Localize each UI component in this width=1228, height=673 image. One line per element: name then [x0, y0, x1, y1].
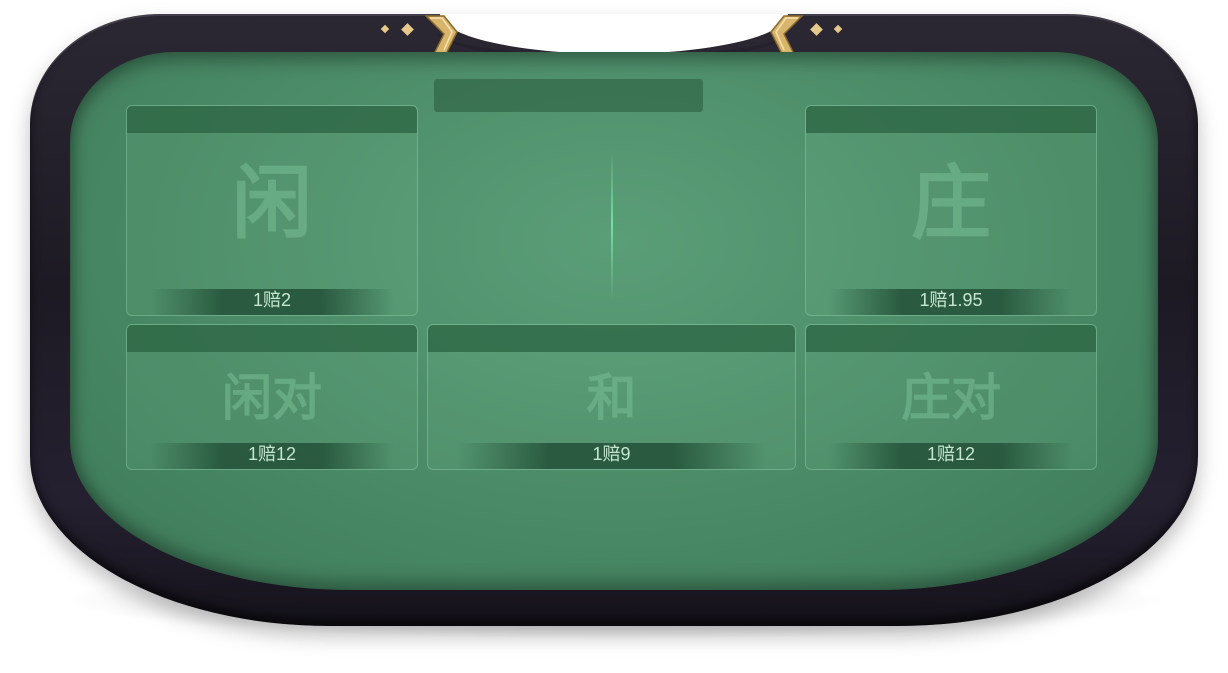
bet-zone-tie[interactable]: 和 1赔9: [427, 324, 796, 470]
gold-corner-left-icon: [424, 14, 458, 55]
zone-header: [806, 325, 1096, 352]
zone-odds: 1赔1.95: [919, 290, 983, 310]
bet-zone-player[interactable]: 闲 1赔2: [126, 105, 418, 316]
top-info-bar: [434, 79, 703, 112]
zone-label: 和: [586, 369, 637, 427]
bet-zone-player-pair[interactable]: 闲对 1赔12: [126, 324, 418, 470]
zone-label: 庄: [911, 157, 991, 250]
zone-odds: 1赔12: [926, 444, 976, 464]
bet-zone-banker-pair[interactable]: 庄对 1赔12: [805, 324, 1097, 470]
zone-header: [127, 325, 417, 352]
zone-odds: 1赔12: [247, 444, 297, 464]
zone-header: [127, 106, 417, 133]
zone-odds: 1赔9: [592, 444, 631, 464]
zone-label: 闲: [232, 157, 312, 250]
gold-corner-right-icon: [770, 14, 804, 55]
zone-header: [428, 325, 795, 352]
zone-header: [806, 106, 1096, 133]
zone-odds: 1赔2: [252, 290, 292, 310]
center-divider: [611, 150, 613, 300]
zone-label: 闲对: [222, 369, 322, 427]
bet-zone-banker[interactable]: 庄 1赔1.95: [805, 105, 1097, 316]
zone-label: 庄对: [901, 369, 1001, 427]
